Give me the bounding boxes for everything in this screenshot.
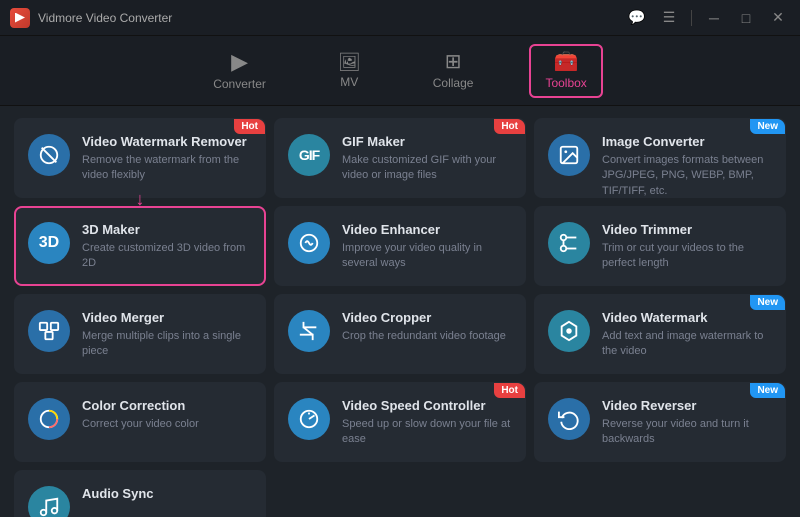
app-title: Vidmore Video Converter bbox=[38, 11, 172, 25]
tool-name-audio-sync: Audio Sync bbox=[82, 486, 252, 501]
tool-desc-video-watermark-remover: Remove the watermark from the video flex… bbox=[82, 153, 252, 184]
tool-name-video-watermark: Video Watermark bbox=[602, 310, 772, 325]
tool-info-3d-maker: 3D Maker Create customized 3D video from… bbox=[82, 222, 252, 272]
titlebar: Vidmore Video Converter 💬 ☰ ─ □ ✕ bbox=[0, 0, 800, 36]
badge-video-watermark-remover: Hot bbox=[234, 119, 265, 134]
tool-name-image-converter: Image Converter bbox=[602, 134, 772, 149]
tool-desc-video-trimmer: Trim or cut your videos to the perfect l… bbox=[602, 241, 772, 272]
tool-name-video-trimmer: Video Trimmer bbox=[602, 222, 772, 237]
titlebar-left: Vidmore Video Converter bbox=[10, 8, 172, 28]
tool-icon-gif-maker: GIF bbox=[288, 134, 330, 176]
tool-info-video-reverser: Video Reverser Reverse your video and tu… bbox=[602, 398, 772, 448]
app-logo-icon bbox=[15, 13, 25, 23]
tool-card-video-reverser[interactable]: New Video Reverser Reverse your video an… bbox=[534, 382, 786, 462]
nav-bar: ▶ Converter 🖼 MV ⊞ Collage 🧰 Toolbox bbox=[0, 36, 800, 106]
tool-name-video-cropper: Video Cropper bbox=[342, 310, 512, 325]
tool-desc-video-merger: Merge multiple clips into a single piece bbox=[82, 329, 252, 360]
tool-icon-video-reverser bbox=[548, 398, 590, 440]
tab-converter[interactable]: ▶ Converter bbox=[197, 43, 282, 99]
tool-info-video-watermark-remover: Video Watermark Remover Remove the water… bbox=[82, 134, 252, 184]
tool-info-video-enhancer: Video Enhancer Improve your video qualit… bbox=[342, 222, 512, 272]
tool-card-video-merger[interactable]: Video Merger Merge multiple clips into a… bbox=[14, 294, 266, 374]
tool-card-video-trimmer[interactable]: Video Trimmer Trim or cut your videos to… bbox=[534, 206, 786, 286]
tool-desc-image-converter: Convert images formats between JPG/JPEG,… bbox=[602, 153, 772, 199]
tool-name-video-reverser: Video Reverser bbox=[602, 398, 772, 413]
badge-gif-maker: Hot bbox=[494, 119, 525, 134]
tool-desc-video-cropper: Crop the redundant video footage bbox=[342, 329, 512, 344]
tool-name-video-watermark-remover: Video Watermark Remover bbox=[82, 134, 252, 149]
tool-info-video-speed-controller: Video Speed Controller Speed up or slow … bbox=[342, 398, 512, 448]
tool-desc-video-watermark: Add text and image watermark to the vide… bbox=[602, 329, 772, 360]
tab-collage-label: Collage bbox=[433, 76, 474, 90]
tool-desc-gif-maker: Make customized GIF with your video or i… bbox=[342, 153, 512, 184]
tool-desc-video-enhancer: Improve your video quality in several wa… bbox=[342, 241, 512, 272]
app-logo bbox=[10, 8, 30, 28]
mv-icon: 🖼 bbox=[338, 53, 361, 71]
menu-button[interactable]: ☰ bbox=[657, 6, 681, 30]
tool-info-color-correction: Color Correction Correct your video colo… bbox=[82, 398, 252, 432]
tab-converter-label: Converter bbox=[213, 77, 266, 91]
converter-icon: ▶ bbox=[231, 51, 248, 73]
tab-toolbox-label: Toolbox bbox=[545, 76, 586, 90]
tool-info-video-cropper: Video Cropper Crop the redundant video f… bbox=[342, 310, 512, 344]
tool-icon-video-watermark bbox=[548, 310, 590, 352]
tool-name-video-merger: Video Merger bbox=[82, 310, 252, 325]
tab-toolbox[interactable]: 🧰 Toolbox bbox=[529, 44, 602, 98]
chat-button[interactable]: 💬 bbox=[625, 6, 649, 30]
tool-desc-color-correction: Correct your video color bbox=[82, 417, 252, 432]
tool-icon-video-trimmer bbox=[548, 222, 590, 264]
tab-mv[interactable]: 🖼 MV bbox=[322, 45, 377, 97]
tool-info-audio-sync: Audio Sync bbox=[82, 486, 252, 505]
badge-video-speed-controller: Hot bbox=[494, 383, 525, 398]
badge-video-reverser: New bbox=[750, 383, 785, 398]
tool-card-audio-sync[interactable]: Audio Sync bbox=[14, 470, 266, 517]
tool-icon-color-correction bbox=[28, 398, 70, 440]
tool-card-gif-maker[interactable]: Hot GIF GIF Maker Make customized GIF wi… bbox=[274, 118, 526, 198]
tool-icon-video-enhancer bbox=[288, 222, 330, 264]
collage-icon: ⊞ bbox=[445, 52, 462, 72]
tab-collage[interactable]: ⊞ Collage bbox=[417, 44, 490, 98]
tool-icon-image-converter bbox=[548, 134, 590, 176]
tool-name-3d-maker: 3D Maker bbox=[82, 222, 252, 237]
titlebar-divider bbox=[691, 10, 692, 26]
tool-name-gif-maker: GIF Maker bbox=[342, 134, 512, 149]
minimize-button[interactable]: ─ bbox=[702, 6, 726, 30]
badge-image-converter: New bbox=[750, 119, 785, 134]
tool-card-video-watermark-remover[interactable]: Hot Video Watermark Remover Remove the w… bbox=[14, 118, 266, 198]
tool-info-gif-maker: GIF Maker Make customized GIF with your … bbox=[342, 134, 512, 184]
tool-card-video-watermark[interactable]: New Video Watermark Add text and image w… bbox=[534, 294, 786, 374]
tool-icon-audio-sync bbox=[28, 486, 70, 517]
tool-card-video-speed-controller[interactable]: Hot Video Speed Controller Speed up or s… bbox=[274, 382, 526, 462]
titlebar-controls: 💬 ☰ ─ □ ✕ bbox=[625, 6, 790, 30]
toolbox-icon: 🧰 bbox=[554, 52, 579, 72]
badge-video-watermark: New bbox=[750, 295, 785, 310]
close-button[interactable]: ✕ bbox=[766, 6, 790, 30]
tool-desc-video-speed-controller: Speed up or slow down your file at ease bbox=[342, 417, 512, 448]
tool-card-color-correction[interactable]: Color Correction Correct your video colo… bbox=[14, 382, 266, 462]
tool-icon-video-speed-controller bbox=[288, 398, 330, 440]
tool-card-video-cropper[interactable]: Video Cropper Crop the redundant video f… bbox=[274, 294, 526, 374]
tool-info-video-trimmer: Video Trimmer Trim or cut your videos to… bbox=[602, 222, 772, 272]
arrow-indicator: ↓ bbox=[136, 189, 145, 210]
tool-desc-3d-maker: Create customized 3D video from 2D bbox=[82, 241, 252, 272]
tool-desc-video-reverser: Reverse your video and turn it backwards bbox=[602, 417, 772, 448]
tool-card-video-enhancer[interactable]: Video Enhancer Improve your video qualit… bbox=[274, 206, 526, 286]
tool-name-video-speed-controller: Video Speed Controller bbox=[342, 398, 512, 413]
tool-name-video-enhancer: Video Enhancer bbox=[342, 222, 512, 237]
tool-info-image-converter: Image Converter Convert images formats b… bbox=[602, 134, 772, 199]
tool-name-color-correction: Color Correction bbox=[82, 398, 252, 413]
tool-icon-video-watermark-remover bbox=[28, 134, 70, 176]
maximize-button[interactable]: □ bbox=[734, 6, 758, 30]
tool-icon-video-merger bbox=[28, 310, 70, 352]
tool-card-3d-maker[interactable]: 3D 3D Maker Create customized 3D video f… bbox=[14, 206, 266, 286]
tab-mv-label: MV bbox=[340, 75, 358, 89]
toolbox-grid: Hot Video Watermark Remover Remove the w… bbox=[0, 106, 800, 517]
tool-info-video-watermark: Video Watermark Add text and image water… bbox=[602, 310, 772, 360]
tool-info-video-merger: Video Merger Merge multiple clips into a… bbox=[82, 310, 252, 360]
tool-icon-video-cropper bbox=[288, 310, 330, 352]
tool-icon-3d-maker: 3D bbox=[28, 222, 70, 264]
tool-card-image-converter[interactable]: New Image Converter Convert images forma… bbox=[534, 118, 786, 198]
